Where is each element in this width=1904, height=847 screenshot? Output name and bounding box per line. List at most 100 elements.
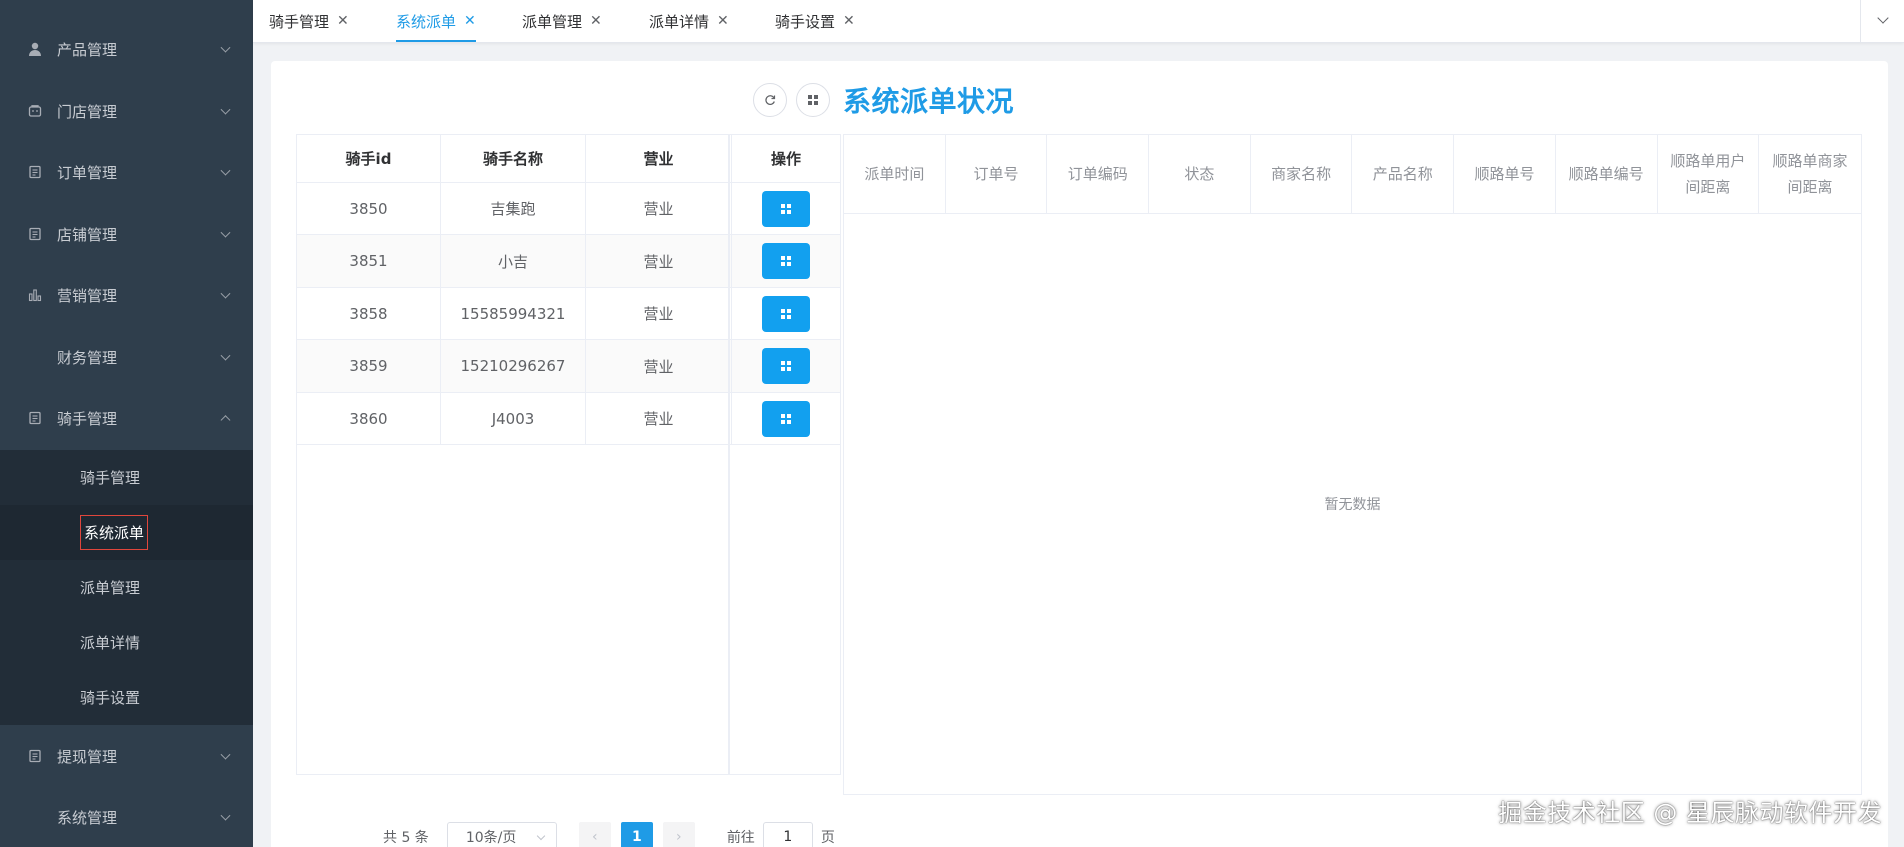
chevron-down-icon xyxy=(220,810,231,821)
table-header: 派单时间 订单号 订单编码 状态 商家名称 产品名称 顺路单号 顺路单编号 顺路… xyxy=(844,135,1861,214)
column-header: 骑手名称 xyxy=(441,135,586,182)
refresh-button[interactable] xyxy=(753,83,787,117)
close-icon[interactable]: ✕ xyxy=(464,13,476,29)
page-jumper: 前往 1 页 xyxy=(727,822,835,847)
menu-label: 门店管理 xyxy=(57,102,118,121)
close-icon[interactable]: ✕ xyxy=(843,13,855,29)
page-title: 系统派单状况 xyxy=(843,85,1015,118)
submenu-rider-settings[interactable]: 骑手设置 xyxy=(0,670,253,725)
column-header: 订单号 xyxy=(946,135,1048,213)
view-dispatch-button[interactable] xyxy=(762,243,810,279)
rider-status: 营业 xyxy=(586,340,732,392)
column-header: 顺路单用户间距离 xyxy=(1658,135,1760,213)
menu-shop[interactable]: 店铺管理 xyxy=(0,203,253,265)
goto-suffix: 页 xyxy=(820,830,835,846)
tab-system-dispatch[interactable]: 系统派单 ✕ xyxy=(396,0,476,42)
page-number-current[interactable]: 1 xyxy=(620,822,653,847)
column-header: 营业 xyxy=(586,135,732,182)
tab-label: 派单管理 xyxy=(522,12,583,31)
goto-page-input[interactable]: 1 xyxy=(762,822,813,847)
chevron-down-icon xyxy=(220,42,231,53)
close-icon[interactable]: ✕ xyxy=(717,13,729,29)
chevron-left-icon: ‹ xyxy=(592,829,598,845)
menu-label: 骑手管理 xyxy=(57,409,118,428)
rider-table: 骑手id 骑手名称 营业 操作 3850 吉集跑 营业 3851 小吉 营业 3… xyxy=(296,134,841,775)
table-row: 3858 15585994321 营业 xyxy=(297,288,840,340)
chevron-down-icon xyxy=(220,227,231,238)
next-page-button[interactable]: › xyxy=(662,822,695,847)
operation-cell xyxy=(732,183,840,234)
refresh-icon xyxy=(765,95,776,105)
rider-status: 营业 xyxy=(586,288,732,339)
menu-product[interactable]: 产品管理 xyxy=(0,18,253,80)
submenu-label: 系统派单 xyxy=(80,515,149,550)
chevron-down-icon xyxy=(220,104,231,115)
rider-status: 营业 xyxy=(586,393,732,444)
grid-icon xyxy=(808,95,818,105)
rider-id: 3850 xyxy=(297,183,441,234)
grid-icon xyxy=(781,361,791,371)
store-icon xyxy=(27,103,43,119)
tabs-dropdown-button[interactable] xyxy=(1860,0,1904,42)
goto-prefix: 前往 xyxy=(726,830,755,846)
document-icon xyxy=(27,410,43,426)
chevron-down-icon xyxy=(220,350,231,361)
operation-cell xyxy=(732,393,840,444)
menu-withdraw[interactable]: 提现管理 xyxy=(0,725,253,787)
view-dispatch-button[interactable] xyxy=(762,190,810,227)
rider-name: 小吉 xyxy=(441,235,586,287)
layout-toggle-button[interactable] xyxy=(796,83,830,117)
grid-icon xyxy=(781,308,791,319)
close-icon[interactable]: ✕ xyxy=(337,13,349,29)
column-header: 派单时间 xyxy=(844,135,946,213)
submenu-system-dispatch[interactable]: 系统派单 xyxy=(0,505,253,560)
column-header: 顺路单商家间距离 xyxy=(1772,152,1848,196)
column-header: 顺路单编号 xyxy=(1556,135,1658,213)
chevron-down-icon xyxy=(1876,12,1889,24)
view-dispatch-button[interactable] xyxy=(762,400,810,437)
view-dispatch-button[interactable] xyxy=(762,295,810,332)
prev-page-button[interactable]: ‹ xyxy=(578,822,611,847)
grid-icon xyxy=(781,203,791,214)
operation-cell xyxy=(732,340,840,392)
submenu-dispatch-manage[interactable]: 派单管理 xyxy=(0,560,253,615)
rider-status: 营业 xyxy=(586,235,732,287)
view-dispatch-button[interactable] xyxy=(762,348,810,384)
chevron-down-icon xyxy=(220,288,231,299)
table-row: 3860 J4003 营业 xyxy=(297,393,840,445)
menu-label: 营销管理 xyxy=(57,286,118,305)
sidebar: 产品管理 门店管理 订单管理 店铺管理 营销管理 财务管理 骑手管理 骑手管理 … xyxy=(0,0,253,847)
menu-order[interactable]: 订单管理 xyxy=(0,141,253,203)
user-icon xyxy=(27,41,43,57)
tab-rider-manage[interactable]: 骑手管理 ✕ xyxy=(269,0,349,42)
submenu-dispatch-detail[interactable]: 派单详情 xyxy=(0,615,253,670)
tab-dispatch-detail[interactable]: 派单详情 ✕ xyxy=(649,0,729,42)
total-count: 共 5 条 xyxy=(383,830,429,846)
table-row: 3851 小吉 营业 xyxy=(297,235,840,288)
close-icon[interactable]: ✕ xyxy=(590,13,602,29)
operation-cell xyxy=(732,235,840,287)
grid-icon xyxy=(781,413,791,424)
menu-system[interactable]: 系统管理 xyxy=(0,786,253,847)
tab-dispatch-manage[interactable]: 派单管理 ✕ xyxy=(522,0,602,42)
document-icon xyxy=(27,226,43,242)
tab-label: 骑手设置 xyxy=(775,12,836,31)
tab-rider-settings[interactable]: 骑手设置 ✕ xyxy=(775,0,855,42)
operation-cell xyxy=(732,288,840,339)
menu-finance[interactable]: 财务管理 xyxy=(0,326,253,388)
menu-store[interactable]: 门店管理 xyxy=(0,80,253,142)
menu-rider[interactable]: 骑手管理 xyxy=(0,387,253,449)
page-size-select[interactable]: 10条/页 xyxy=(446,822,557,847)
empty-state: 暂无数据 xyxy=(1324,497,1381,513)
menu-label: 店铺管理 xyxy=(57,225,118,244)
submenu-label: 派单管理 xyxy=(80,579,141,597)
rider-id: 3860 xyxy=(297,393,441,444)
dispatch-table: 派单时间 订单号 订单编码 状态 商家名称 产品名称 顺路单号 顺路单编号 顺路… xyxy=(843,134,1862,795)
submenu-rider-manage[interactable]: 骑手管理 xyxy=(0,450,253,505)
menu-label: 财务管理 xyxy=(57,348,118,367)
column-header: 产品名称 xyxy=(1352,135,1455,213)
menu-marketing[interactable]: 营销管理 xyxy=(0,264,253,326)
rider-id: 3858 xyxy=(297,288,441,339)
submenu-label: 派单详情 xyxy=(80,634,141,652)
grid-icon xyxy=(781,256,791,266)
